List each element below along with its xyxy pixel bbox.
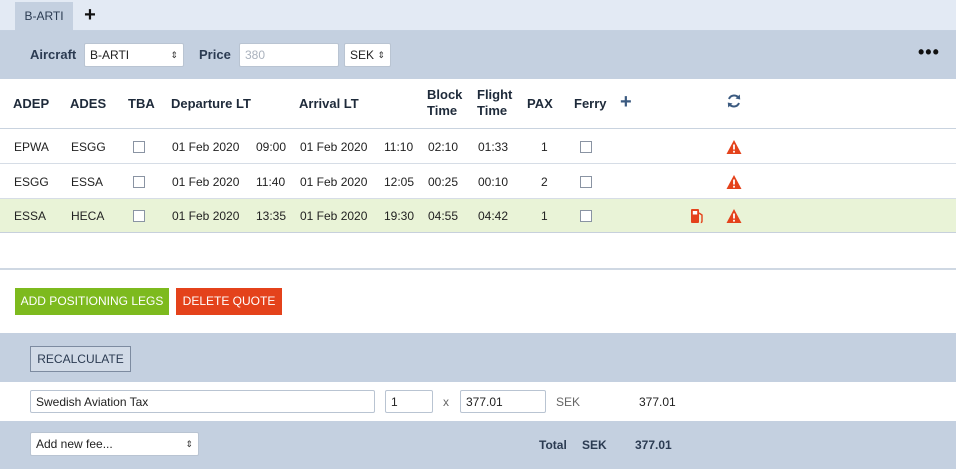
total-amount: 377.01 [635,438,672,452]
cell-pax: 1 [541,209,548,223]
col-block-line2: Time [427,103,458,118]
cell-flight: 01:33 [478,140,509,154]
updown-chevron-icon: ⇕ [170,50,178,60]
currency-select-value: SEK [350,48,375,62]
cell-adep: ESSA [14,209,47,223]
ferry-checkbox[interactable] [580,176,592,188]
add-positioning-legs-button[interactable]: ADD POSITIONING LEGS [15,288,169,315]
col-flight-time: Flight Time [477,87,512,119]
add-fee-select[interactable]: Add new fee... ⇕ [30,432,199,456]
delete-quote-button[interactable]: DELETE QUOTE [176,288,282,315]
cell-arr-date: 01 Feb 2020 [300,140,368,154]
warning-icon[interactable] [726,139,742,155]
more-options-icon[interactable]: ••• [918,43,940,61]
col-pax: PAX [527,96,553,111]
cell-ades: ESSA [71,175,104,189]
cell-flight: 04:42 [478,209,509,223]
cell-dep-date: 01 Feb 2020 [172,175,240,189]
aircraft-bar: Aircraft B-ARTI ⇕ Price 380 SEK ⇕ ••• [0,31,956,79]
recalculate-button[interactable]: RECALCULATE [30,346,131,372]
cell-pax: 2 [541,175,548,189]
aircraft-select[interactable]: B-ARTI ⇕ [84,43,184,67]
table-row[interactable]: EPWA ESGG 01 Feb 2020 09:00 01 Feb 2020 … [0,130,956,164]
updown-chevron-icon: ⇕ [377,50,385,60]
add-tab-button[interactable]: + [81,5,99,25]
table-row[interactable]: ESGG ESSA 01 Feb 2020 11:40 01 Feb 2020 … [0,165,956,199]
cell-dep-time: 11:40 [256,175,286,189]
tba-checkbox[interactable] [133,210,145,222]
cell-dep-date: 01 Feb 2020 [172,140,240,154]
cell-adep: EPWA [14,140,49,154]
fee-quantity-input[interactable]: 1 [385,390,433,413]
cell-flight: 00:10 [478,175,509,189]
cell-adep: ESGG [14,175,49,189]
tab-bar: B-ARTI + [0,0,956,31]
col-block-line1: Block [427,87,463,102]
recalculate-bar: RECALCULATE [0,333,956,382]
total-label: Total [539,438,567,452]
fee-currency: SEK [556,395,581,409]
aircraft-label: Aircraft [30,47,77,62]
cell-block: 04:55 [428,209,459,223]
col-departure: Departure LT [171,96,251,111]
ferry-checkbox[interactable] [580,141,592,153]
add-fee-placeholder: Add new fee... [36,437,113,451]
col-adep: ADEP [13,96,50,111]
legs-table-header: ADEP ADES TBA Departure LT Arrival LT Bl… [0,79,956,129]
col-block-time: Block Time [427,87,462,119]
price-label: Price [199,47,231,62]
fee-unit-price-input[interactable]: 377.01 [460,390,546,413]
cell-arr-date: 01 Feb 2020 [300,209,368,223]
cell-arr-time: 11:10 [384,140,414,154]
fee-name-input[interactable]: Swedish Aviation Tax [30,390,375,413]
col-ferry: Ferry [574,96,607,111]
fuel-pump-icon[interactable] [690,208,704,224]
tba-checkbox[interactable] [133,176,145,188]
cell-dep-date: 01 Feb 2020 [172,209,240,223]
empty-table-row [0,235,956,270]
cell-block: 02:10 [428,140,459,154]
table-row[interactable]: ESSA HECA 01 Feb 2020 13:35 01 Feb 2020 … [0,199,956,233]
col-arrival: Arrival LT [299,96,359,111]
total-currency: SEK [582,438,607,452]
col-ades: ADES [70,96,107,111]
cell-arr-time: 12:05 [384,175,415,189]
price-input[interactable]: 380 [239,43,339,67]
tba-checkbox[interactable] [133,141,145,153]
cell-pax: 1 [541,140,548,154]
tab-b-arti[interactable]: B-ARTI [15,2,73,31]
fee-amount: 377.01 [639,395,676,409]
multiply-sign: x [443,395,449,409]
cell-dep-time: 13:35 [256,209,287,223]
col-flight-line2: Time [477,103,508,118]
refresh-icon[interactable] [726,93,742,109]
cell-ades: ESGG [71,140,106,154]
total-bar: Add new fee... ⇕ Total SEK 377.01 [0,421,956,469]
cell-arr-time: 19:30 [384,209,415,223]
warning-icon[interactable] [726,174,742,190]
add-leg-plus-icon[interactable]: + [620,92,632,112]
col-flight-line1: Flight [477,87,513,102]
cell-arr-date: 01 Feb 2020 [300,175,368,189]
updown-chevron-icon: ⇕ [185,439,193,449]
warning-icon[interactable] [726,208,742,224]
cell-ades: HECA [71,209,105,223]
col-tba: TBA [128,96,155,111]
aircraft-select-value: B-ARTI [90,48,130,62]
cell-dep-time: 09:00 [256,140,287,154]
cell-block: 00:25 [428,175,459,189]
ferry-checkbox[interactable] [580,210,592,222]
currency-select[interactable]: SEK ⇕ [344,43,391,67]
fee-row: Swedish Aviation Tax 1 x 377.01 SEK 377.… [0,382,956,421]
